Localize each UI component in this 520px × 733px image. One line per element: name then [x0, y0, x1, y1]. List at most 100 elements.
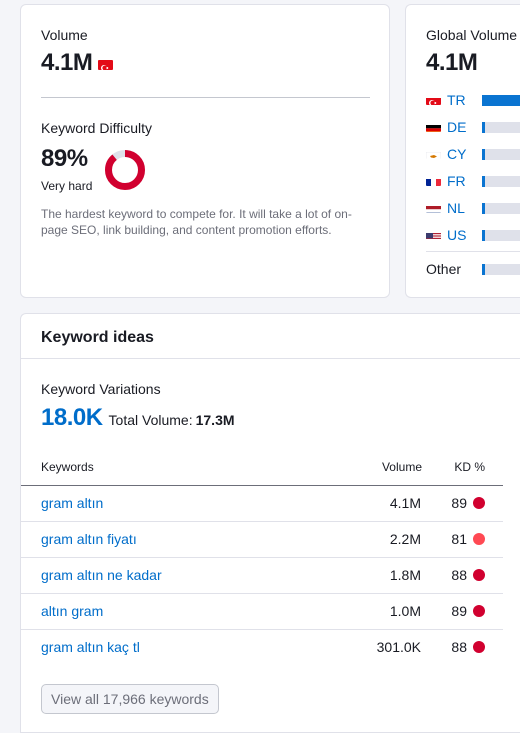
keyword-link[interactable]: gram altın ne kadar	[41, 567, 162, 583]
kd-dot-icon	[473, 497, 485, 509]
flag-usa-icon	[426, 230, 441, 240]
volume-cell: 4.1M	[341, 485, 422, 521]
kd-value: 89	[451, 495, 467, 511]
volume-value: 4.1M	[41, 49, 92, 77]
country-row[interactable]: FR	[426, 173, 520, 189]
table-row: gram altın 4.1M 89	[21, 485, 503, 521]
global-volume-label: Global Volume	[426, 27, 517, 43]
volume-cell: 1.0M	[341, 593, 422, 629]
kd-cell: 81	[422, 521, 503, 557]
country-bar-fill	[482, 176, 485, 187]
ideas-header-divider	[21, 358, 520, 359]
flag-france-icon	[426, 176, 441, 186]
country-bar	[482, 176, 520, 187]
country-code-link[interactable]: US	[447, 227, 466, 243]
keyword-cell: gram altın	[21, 485, 341, 521]
keyword-ideas-table: Keywords Volume KD % gram altın4.1M89gra…	[21, 449, 503, 665]
country-bar	[482, 230, 520, 241]
country-row[interactable]: CY	[426, 146, 520, 162]
global-volume-value: 4.1M	[426, 49, 477, 77]
column-header-keywords[interactable]: Keywords	[21, 449, 341, 485]
flag-cyprus-icon	[426, 149, 441, 159]
kd-value: 88	[451, 639, 467, 655]
kd-dot-icon	[473, 533, 485, 545]
country-row[interactable]: NL	[426, 200, 520, 216]
keyword-cell: gram altın ne kadar	[21, 557, 341, 593]
view-all-button[interactable]: View all 17,966 keywords	[41, 684, 219, 714]
volume-cell: 1.8M	[341, 557, 422, 593]
flag-turkey-icon	[98, 60, 113, 70]
country-bar-fill	[482, 95, 520, 106]
kd-value: 89%	[41, 145, 88, 173]
country-code-link[interactable]: CY	[447, 146, 466, 162]
variations-row: 18.0K Total Volume: 17.3M	[41, 404, 235, 432]
keyword-variations-label: Keyword Variations	[41, 381, 161, 397]
volume-cell: 301.0K	[341, 629, 422, 665]
overview-card: Volume 4.1M Keyword Difficulty 89% Very …	[20, 4, 390, 298]
kd-description: The hardest keyword to compete for. It w…	[41, 206, 361, 238]
kd-donut-chart	[103, 148, 147, 192]
table-header-row: Keywords Volume KD %	[21, 449, 503, 485]
kd-cell: 89	[422, 485, 503, 521]
country-bar	[482, 122, 520, 133]
total-volume-value: 17.3M	[196, 412, 235, 428]
country-divider	[426, 251, 520, 252]
global-volume-card: Global Volume 4.1M TR DE CY FR NL US Other	[405, 4, 520, 298]
country-row[interactable]: TR	[426, 92, 520, 108]
flag-germany-icon	[426, 122, 441, 132]
keyword-cell: altın gram	[21, 593, 341, 629]
keyword-ideas-card: Keyword ideas Keyword Variations 18.0K T…	[20, 313, 520, 733]
volume-value-row: 4.1M	[41, 49, 113, 77]
kd-level: Very hard	[41, 179, 92, 193]
keyword-ideas-title: Keyword ideas	[41, 329, 154, 347]
country-code-link[interactable]: NL	[447, 200, 465, 216]
kd-value: 81	[451, 531, 467, 547]
table-row: gram altın fiyatı 2.2M 81	[21, 521, 503, 557]
country-row[interactable]: DE	[426, 119, 520, 135]
keyword-link[interactable]: gram altın fiyatı	[41, 531, 137, 547]
keyword-ideas-body: gram altın4.1M89gram altın fiyatı2.2M81g…	[21, 485, 503, 665]
country-bar-fill	[482, 149, 485, 160]
keyword-link[interactable]: gram altın kaç tl	[41, 639, 140, 655]
country-bar-fill	[482, 122, 485, 133]
kd-cell: 89	[422, 593, 503, 629]
country-code-link[interactable]: DE	[447, 119, 466, 135]
country-code-link[interactable]: FR	[447, 173, 466, 189]
keyword-variations-link[interactable]: 18.0K	[41, 404, 103, 432]
table-row: altın gram 1.0M 89	[21, 593, 503, 629]
keyword-cell: gram altın fiyatı	[21, 521, 341, 557]
country-bar-fill	[482, 203, 485, 214]
country-bar	[482, 203, 520, 214]
view-all-label: View all 17,966 keywords	[51, 691, 209, 707]
kd-label: Keyword Difficulty	[41, 120, 152, 136]
kd-donut-arc	[109, 154, 142, 187]
keyword-cell: gram altın kaç tl	[21, 629, 341, 665]
keyword-link[interactable]: gram altın	[41, 495, 103, 511]
flag-turkey-icon	[426, 95, 441, 105]
kd-cell: 88	[422, 557, 503, 593]
flag-netherlands-icon	[426, 203, 441, 213]
column-header-kd[interactable]: KD %	[422, 449, 503, 485]
divider	[41, 97, 370, 98]
country-code-link[interactable]: TR	[447, 92, 466, 108]
volume-label: Volume	[41, 27, 88, 43]
table-row: gram altın kaç tl 301.0K 88	[21, 629, 503, 665]
country-row[interactable]: US	[426, 227, 520, 243]
kd-dot-icon	[473, 605, 485, 617]
country-bar-fill	[482, 230, 485, 241]
keyword-link[interactable]: altın gram	[41, 603, 103, 619]
other-bar	[482, 264, 520, 275]
other-label: Other	[426, 261, 461, 277]
kd-dot-icon	[473, 641, 485, 653]
country-bar	[482, 149, 520, 160]
kd-cell: 88	[422, 629, 503, 665]
kd-value: 89	[451, 603, 467, 619]
total-volume-label: Total Volume:	[109, 412, 193, 428]
kd-dot-icon	[473, 569, 485, 581]
other-bar-fill	[482, 264, 485, 275]
column-header-volume[interactable]: Volume	[341, 449, 422, 485]
kd-value: 88	[451, 567, 467, 583]
volume-cell: 2.2M	[341, 521, 422, 557]
country-bar	[482, 95, 520, 106]
table-row: gram altın ne kadar 1.8M 88	[21, 557, 503, 593]
